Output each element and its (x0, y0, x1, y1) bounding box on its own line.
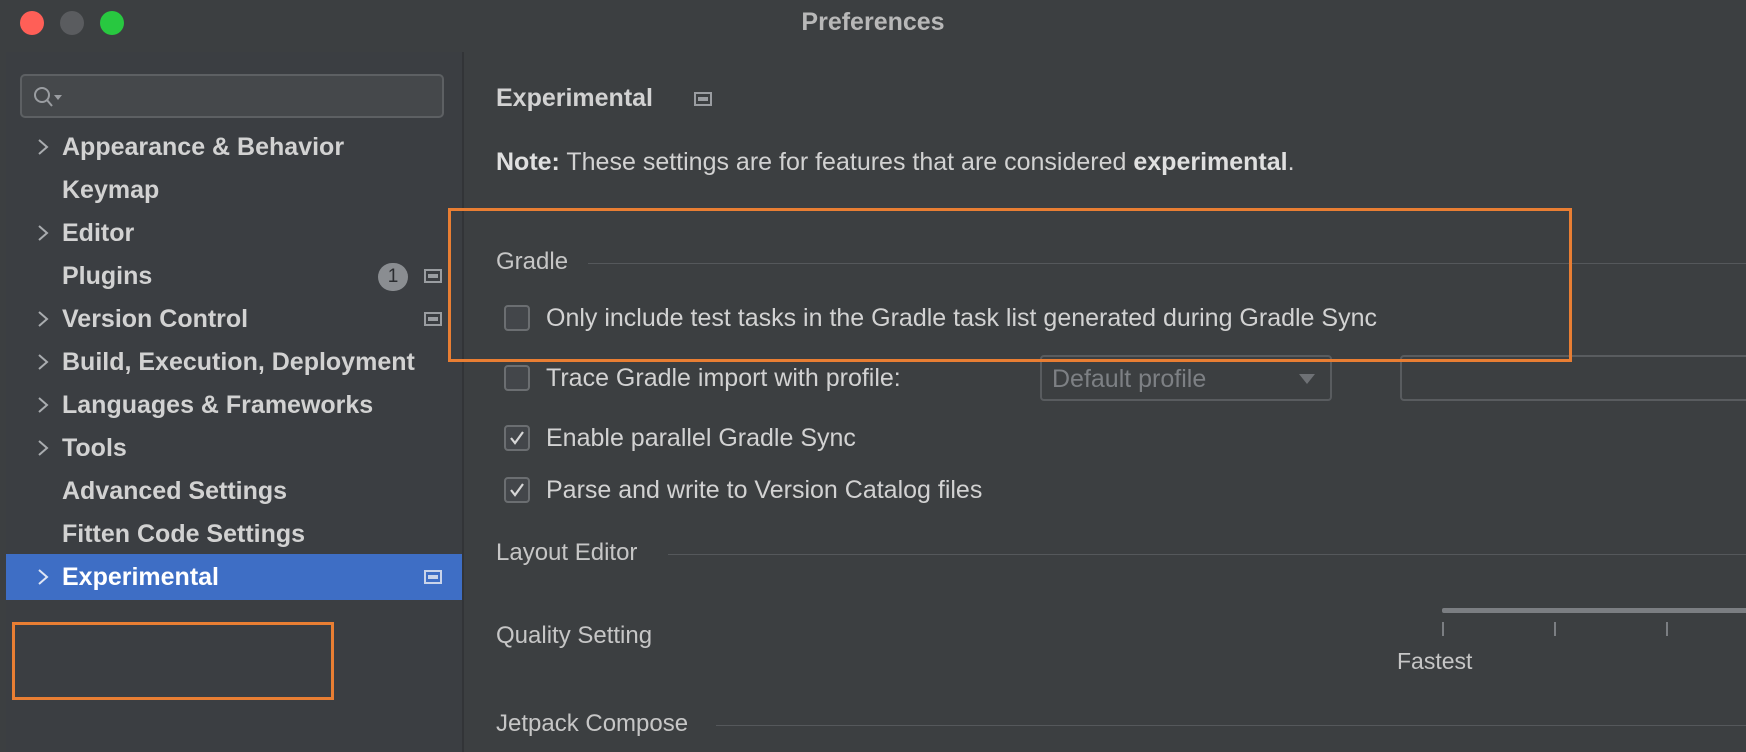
note-prefix: Note: (496, 148, 560, 176)
sidebar-item-label: Plugins (62, 262, 153, 290)
sidebar-item-editor[interactable]: Editor (6, 210, 462, 256)
sidebar-item-label: Version Control (62, 305, 249, 333)
search-input[interactable] (74, 82, 438, 112)
checkbox-label: Enable parallel Gradle Sync (546, 424, 856, 452)
section-divider (716, 725, 1746, 726)
page-title: Experimental (496, 84, 654, 112)
section-divider (668, 554, 1746, 555)
sidebar-item-label: Advanced Settings (62, 477, 288, 505)
test-tasks-only-checkbox[interactable] (504, 305, 530, 331)
jetpack-compose-section-header: Jetpack Compose (496, 710, 1746, 740)
gradle-option-trace-import[interactable]: Trace Gradle import with profile: (504, 362, 1024, 396)
project-level-icon (424, 570, 442, 584)
note-bold-text: experimental (1133, 148, 1288, 176)
settings-search-box[interactable] (20, 74, 444, 118)
sidebar-item-label: Keymap (62, 176, 160, 204)
sidebar-item-label: Appearance & Behavior (62, 133, 345, 161)
settings-sidebar: Appearance & Behavior Keymap Editor Plug… (6, 52, 462, 752)
sidebar-item-label: Editor (62, 219, 135, 247)
experimental-note: Note: These settings are for features th… (496, 148, 1295, 177)
sidebar-item-label: Languages & Frameworks (62, 391, 374, 419)
sidebar-item-label: Tools (62, 434, 127, 462)
checkbox-label: Only include test tasks in the Gradle ta… (546, 304, 1377, 332)
quality-slider-track[interactable] (1442, 608, 1746, 613)
note-text: These settings are for features that are… (559, 148, 1134, 176)
sidebar-item-languages-frameworks[interactable]: Languages & Frameworks (6, 382, 462, 428)
chevron-right-icon[interactable] (34, 394, 52, 416)
checkmark-icon (510, 431, 524, 445)
chevron-right-icon[interactable] (34, 351, 52, 373)
window-title: Preferences (801, 8, 945, 36)
version-catalog-checkbox[interactable] (504, 477, 530, 503)
sidebar-item-appearance-behavior[interactable]: Appearance & Behavior (6, 124, 462, 170)
settings-content-panel: Experimental Note: These settings are fo… (464, 52, 1746, 752)
sidebar-item-fitten-code-settings[interactable]: Fitten Code Settings (6, 511, 462, 557)
title-bar: Preferences (0, 0, 1746, 52)
sidebar-item-build-execution-deployment[interactable]: Build, Execution, Deployment (6, 339, 462, 385)
sidebar-item-label: Experimental (62, 563, 220, 591)
gradle-option-test-tasks-only[interactable]: Only include test tasks in the Gradle ta… (504, 302, 1504, 336)
parallel-sync-checkbox[interactable] (504, 425, 530, 451)
sidebar-item-plugins[interactable]: Plugins 1 (6, 253, 462, 299)
sidebar-item-tools[interactable]: Tools (6, 425, 462, 471)
trace-import-checkbox[interactable] (504, 365, 530, 391)
trace-profile-dropdown[interactable]: Default profile (1040, 355, 1332, 401)
sidebar-item-experimental[interactable]: Experimental (6, 554, 462, 600)
sidebar-item-keymap[interactable]: Keymap (6, 167, 462, 213)
project-level-icon (694, 92, 712, 106)
sidebar-item-label: Fitten Code Settings (62, 520, 306, 548)
chevron-right-icon[interactable] (34, 437, 52, 459)
section-divider (588, 263, 1746, 264)
slider-tick (1442, 622, 1444, 636)
layout-editor-section-label: Layout Editor (496, 539, 638, 566)
sidebar-item-advanced-settings[interactable]: Advanced Settings (6, 468, 462, 514)
gradle-option-parallel-sync[interactable]: Enable parallel Gradle Sync (504, 422, 1024, 456)
checkbox-label: Parse and write to Version Catalog files (546, 476, 983, 504)
quality-setting-label: Quality Setting (496, 622, 653, 649)
slider-label-fastest: Fastest (1397, 648, 1473, 674)
trace-profile-path-field[interactable] (1400, 355, 1746, 401)
search-icon (34, 87, 62, 107)
gradle-option-version-catalog[interactable]: Parse and write to Version Catalog files (504, 474, 1064, 508)
chevron-right-icon[interactable] (34, 136, 52, 158)
quality-setting-row: Quality Setting (496, 622, 896, 652)
project-level-icon (424, 312, 442, 326)
note-suffix: . (1287, 148, 1295, 176)
slider-tick (1554, 622, 1556, 636)
plugins-update-badge: 1 (378, 263, 408, 291)
chevron-down-icon (1299, 374, 1315, 384)
chevron-right-icon[interactable] (34, 308, 52, 330)
sidebar-item-label: Build, Execution, Deployment (62, 348, 415, 376)
chevron-right-icon[interactable] (34, 566, 52, 588)
preferences-window: Preferences Appearance & Behavior Keymap… (0, 0, 1746, 752)
slider-tick (1666, 622, 1668, 636)
gradle-section-label: Gradle (496, 248, 569, 275)
dropdown-value: Default profile (1052, 365, 1207, 393)
sidebar-item-version-control[interactable]: Version Control (6, 296, 462, 342)
chevron-right-icon[interactable] (34, 222, 52, 244)
checkbox-label: Trace Gradle import with profile: (546, 364, 901, 392)
jetpack-compose-section-label: Jetpack Compose (496, 710, 689, 737)
checkmark-icon (510, 483, 524, 497)
gradle-section-header: Gradle (496, 248, 1746, 278)
layout-editor-section-header: Layout Editor (496, 539, 1746, 569)
project-level-icon (424, 269, 442, 283)
